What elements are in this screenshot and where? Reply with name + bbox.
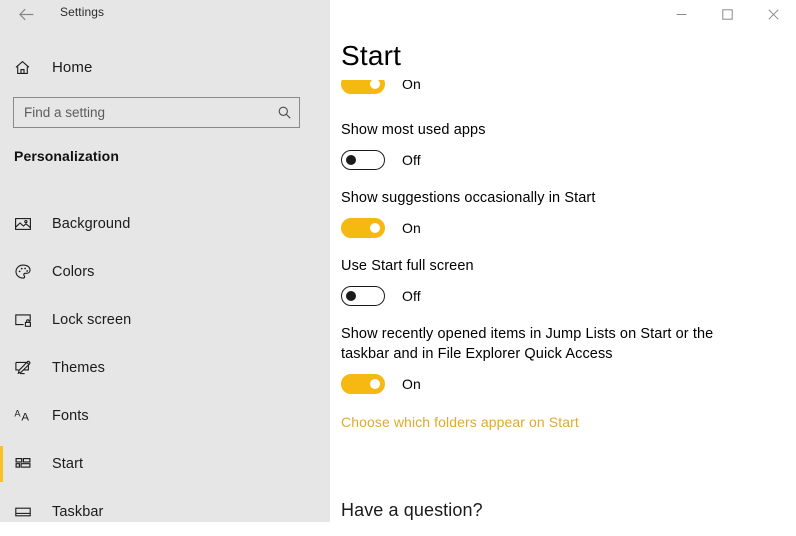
- selection-accent-bar: [0, 446, 3, 482]
- home-icon: [14, 59, 40, 76]
- sidebar-item-taskbar[interactable]: Taskbar: [0, 488, 330, 536]
- choose-folders-link[interactable]: Choose which folders appear on Start: [341, 414, 579, 430]
- toggle-switch[interactable]: [341, 150, 385, 170]
- setting-row-show-recently-opened-items: Show recently opened items in Jump Lists…: [341, 324, 796, 394]
- start-tiles-icon: [14, 455, 40, 473]
- toggle-knob: [370, 80, 380, 89]
- toggle-row[interactable]: On: [341, 218, 796, 238]
- setting-row-show-suggestions: Show suggestions occasionally in Start O…: [341, 188, 796, 238]
- toggle-knob: [346, 291, 356, 301]
- toggle-state-label: On: [402, 80, 421, 92]
- main-content: Start On Show most used apps Off Show su…: [330, 0, 796, 522]
- toggle-switch[interactable]: [341, 374, 385, 394]
- sidebar-item-home[interactable]: Home: [0, 50, 330, 84]
- toggle-row[interactable]: On: [341, 80, 421, 94]
- selection-accent-bar: [0, 398, 3, 434]
- sidebar-item-start[interactable]: Start: [0, 440, 330, 488]
- sidebar-home-label: Home: [52, 58, 93, 76]
- settings-window: Home Personalization: [0, 0, 796, 522]
- toggle-state-label: Off: [402, 152, 421, 168]
- sidebar-nav-list: Background Colors Lock screen Themes A A…: [0, 200, 330, 536]
- fonts-icon: A A: [14, 407, 40, 425]
- toggle-knob: [370, 379, 380, 389]
- setting-label: Show most used apps: [341, 122, 486, 138]
- sidebar-item-label: Start: [52, 456, 84, 472]
- toggle-row[interactable]: Off: [341, 150, 796, 170]
- sidebar: Home Personalization: [0, 0, 330, 522]
- toggle-row[interactable]: On: [341, 374, 796, 394]
- window-controls: [658, 0, 796, 28]
- toggle-state-label: On: [402, 220, 421, 236]
- search-box[interactable]: [13, 97, 300, 128]
- toggle-state-label: On: [402, 376, 421, 392]
- setting-label: Show suggestions occasionally in Start: [341, 190, 596, 206]
- toggle-switch[interactable]: [341, 218, 385, 238]
- search-input[interactable]: [14, 98, 269, 127]
- svg-text:A: A: [21, 412, 29, 424]
- settings-scroll-area[interactable]: On Show most used apps Off Show suggesti…: [330, 0, 796, 522]
- sidebar-item-label: Background: [52, 216, 131, 232]
- themes-icon: [14, 359, 40, 377]
- image-icon: [14, 215, 40, 233]
- back-arrow-icon[interactable]: [12, 0, 40, 28]
- sidebar-item-label: Themes: [52, 360, 105, 376]
- sidebar-item-colors[interactable]: Colors: [0, 248, 330, 296]
- selection-accent-bar: [0, 206, 3, 242]
- selection-accent-bar: [0, 494, 3, 530]
- sidebar-item-label: Lock screen: [52, 312, 132, 328]
- sidebar-item-label: Fonts: [52, 408, 89, 424]
- setting-label: Show recently opened items in Jump Lists…: [341, 326, 714, 362]
- page-title: Start: [341, 40, 412, 72]
- selection-accent-bar: [0, 350, 3, 386]
- sidebar-item-lock-screen[interactable]: Lock screen: [0, 296, 330, 344]
- toggle-switch[interactable]: [341, 286, 385, 306]
- selection-accent-bar: [0, 254, 3, 290]
- setting-row-clipped: On: [341, 80, 796, 102]
- selection-accent-bar: [0, 302, 3, 338]
- toggle-state-label: Off: [402, 288, 421, 304]
- setting-row-use-start-full-screen: Use Start full screen Off: [341, 256, 796, 306]
- setting-row-show-most-used-apps: Show most used apps Off: [341, 120, 796, 170]
- svg-text:A: A: [14, 409, 21, 419]
- toggle-knob: [370, 223, 380, 233]
- settings-list: On Show most used apps Off Show suggesti…: [341, 80, 796, 432]
- sidebar-item-label: Taskbar: [52, 504, 104, 520]
- close-button[interactable]: [750, 0, 796, 28]
- toggle-knob: [346, 155, 356, 165]
- palette-icon: [14, 263, 40, 281]
- sidebar-section-title: Personalization: [14, 148, 119, 164]
- minimize-button[interactable]: [658, 0, 704, 28]
- maximize-button[interactable]: [704, 0, 750, 28]
- sidebar-item-themes[interactable]: Themes: [0, 344, 330, 392]
- toggle-switch[interactable]: [341, 80, 385, 94]
- sidebar-item-background[interactable]: Background: [0, 200, 330, 248]
- help-heading: Have a question?: [341, 500, 483, 520]
- search-icon[interactable]: [269, 105, 299, 120]
- taskbar-icon: [14, 503, 40, 521]
- toggle-row[interactable]: Off: [341, 286, 796, 306]
- sidebar-item-label: Colors: [52, 264, 95, 280]
- lock-screen-icon: [14, 311, 40, 329]
- setting-label: Use Start full screen: [341, 258, 474, 274]
- sidebar-item-fonts[interactable]: A A Fonts: [0, 392, 330, 440]
